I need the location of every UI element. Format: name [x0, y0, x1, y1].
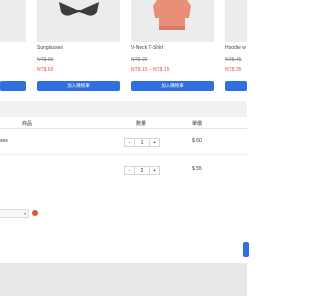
price-original: NT$ 90 — [37, 57, 54, 63]
quantity-input[interactable]: 2 — [135, 166, 149, 175]
quantity-stepper[interactable]: - 1 + — [124, 138, 160, 147]
quantity-input[interactable]: 1 — [135, 138, 149, 147]
header-unit-price: 單價 — [192, 121, 203, 127]
remove-dot-icon[interactable] — [32, 210, 38, 216]
price-sale: NT$ 35 — [225, 67, 242, 73]
product-title[interactable]: Sunglasses — [37, 45, 63, 51]
cart-item-name[interactable]: ses — [0, 138, 8, 144]
option-select[interactable]: ▾ — [0, 209, 29, 218]
product-title[interactable]: V-Neck T-Shirt — [131, 45, 163, 51]
header-quantity: 數量 — [136, 121, 147, 127]
add-to-cart-button[interactable] — [225, 81, 247, 91]
row-divider — [0, 154, 247, 155]
cart-item-price: $ 55 — [192, 166, 202, 172]
add-to-cart-button[interactable]: 加入購物車 — [131, 81, 214, 91]
price-original: NT$ 20 — [131, 57, 148, 63]
price-sale: NT$ 10 – NT$ 15 — [131, 67, 170, 73]
page-footer — [0, 263, 247, 296]
sunglasses-image — [59, 2, 99, 16]
add-to-cart-button[interactable] — [0, 81, 26, 91]
checkout-button[interactable] — [243, 242, 249, 257]
decrement-button[interactable]: - — [124, 138, 135, 147]
cart-item-price: $ 60 — [192, 138, 202, 144]
price-original: NT$ 45 — [225, 57, 242, 63]
increment-button[interactable]: + — [149, 138, 160, 147]
add-to-cart-button[interactable]: 加入購物車 — [37, 81, 120, 91]
tshirt-image — [153, 0, 191, 30]
price-sale: NT$ 60 — [37, 67, 54, 73]
product-image[interactable] — [131, 0, 214, 42]
header-product: 商品 — [22, 121, 33, 127]
increment-button[interactable]: + — [149, 166, 160, 175]
product-image[interactable] — [37, 0, 120, 42]
cart-table-header: 商品 數量 單價 — [0, 117, 247, 129]
chevron-down-icon: ▾ — [23, 211, 26, 216]
product-image[interactable] — [225, 0, 247, 42]
quantity-stepper[interactable]: - 2 + — [124, 166, 160, 175]
section-divider — [0, 101, 247, 117]
product-image[interactable] — [0, 0, 26, 42]
product-title[interactable]: Hoodie w — [225, 45, 246, 51]
decrement-button[interactable]: - — [124, 166, 135, 175]
